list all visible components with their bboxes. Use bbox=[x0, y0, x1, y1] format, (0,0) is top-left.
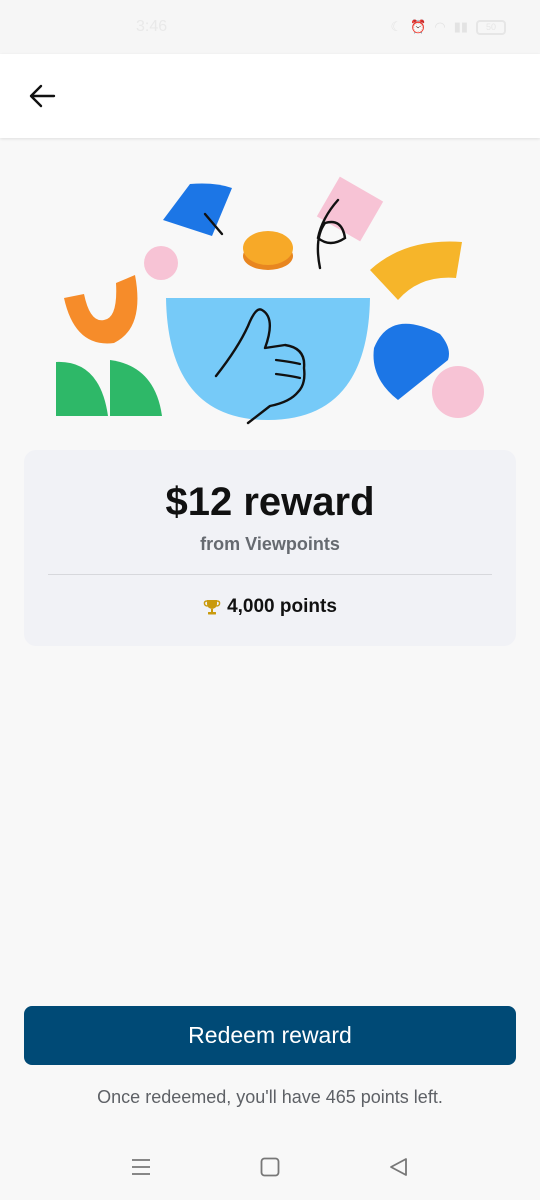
pink-circle-small bbox=[144, 246, 178, 280]
points-cost: 4,000 points bbox=[24, 596, 516, 618]
wifi-icon: ◠ bbox=[434, 19, 446, 34]
status-bar: 3:46 ☾ ⏰ ◠ ▮▮ 50 bbox=[0, 0, 540, 54]
reward-illustration bbox=[56, 176, 484, 425]
points-value: 4,000 points bbox=[227, 596, 337, 617]
points-left-note: Once redeemed, you'll have 465 points le… bbox=[97, 1087, 443, 1107]
moon-icon: ☾ bbox=[390, 19, 403, 34]
menu-icon[interactable] bbox=[128, 1154, 154, 1180]
trophy-icon bbox=[203, 600, 221, 615]
yellow-arc bbox=[370, 241, 462, 300]
triangle-back-icon[interactable] bbox=[386, 1154, 412, 1180]
green-leaf-left bbox=[56, 361, 108, 416]
back-button[interactable] bbox=[22, 76, 62, 116]
battery-level: 50 bbox=[485, 22, 496, 32]
arrow-left-icon bbox=[29, 84, 56, 108]
orange-coin bbox=[243, 231, 293, 265]
reward-source: from Viewpoints bbox=[200, 534, 340, 554]
signal-icon: ▮▮ bbox=[453, 19, 468, 34]
orange-u-shape bbox=[64, 275, 138, 344]
pink-circle-large bbox=[432, 366, 484, 418]
reward-title: $12 reward bbox=[165, 480, 375, 524]
pink-square bbox=[316, 176, 384, 242]
alarm-icon: ⏰ bbox=[410, 19, 427, 34]
green-leaf-right bbox=[110, 360, 162, 416]
redeem-reward-button[interactable]: Redeem reward bbox=[24, 1006, 516, 1065]
status-time: 3:46 bbox=[136, 18, 168, 35]
system-nav-bar bbox=[0, 1134, 540, 1200]
battery-icon: 50 bbox=[476, 19, 506, 35]
reward-card: $12 reward from Viewpoints 4,000 points bbox=[24, 450, 516, 646]
card-divider bbox=[48, 574, 492, 575]
app-bar bbox=[0, 54, 540, 138]
blue-shape-top bbox=[163, 183, 232, 236]
status-icons: ☾ ⏰ ◠ ▮▮ 50 bbox=[390, 19, 506, 35]
home-square-icon[interactable] bbox=[257, 1154, 283, 1180]
